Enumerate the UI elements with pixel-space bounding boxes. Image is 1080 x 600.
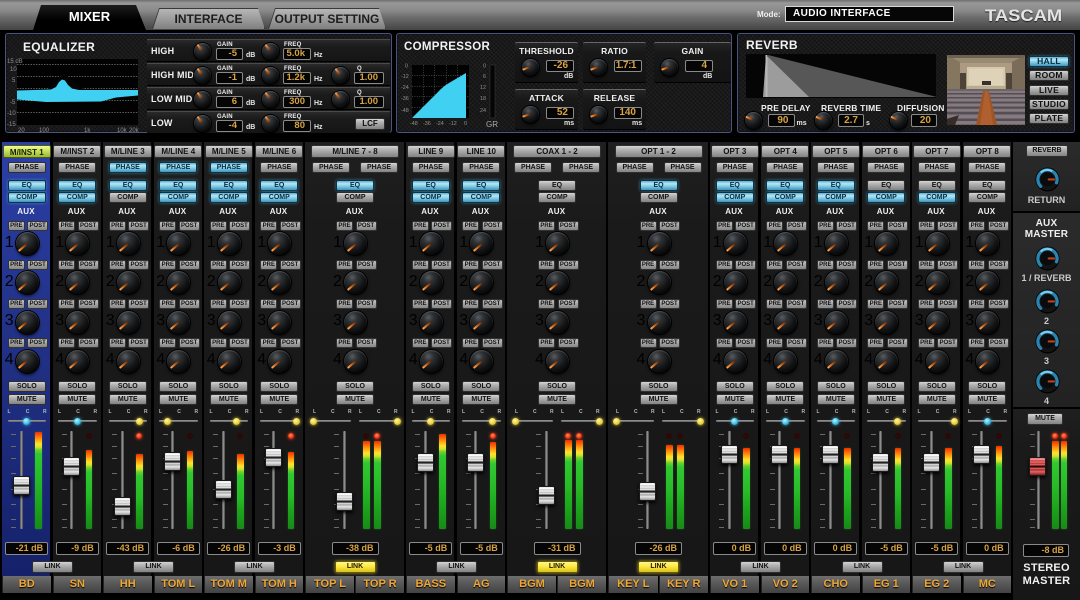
- svg-text:5: 5: [12, 78, 16, 84]
- svg-text:0: 0: [483, 64, 486, 70]
- svg-text:-10: -10: [7, 111, 16, 117]
- svg-text:100: 100: [39, 128, 50, 133]
- svg-text:GR: GR: [486, 120, 498, 129]
- svg-text:6: 6: [483, 74, 486, 80]
- svg-text:-5: -5: [10, 100, 16, 106]
- svg-text:20: 20: [18, 128, 25, 133]
- svg-text:10k: 10k: [117, 128, 128, 133]
- svg-text:-48: -48: [410, 121, 418, 127]
- svg-text:20k: 20k: [129, 128, 140, 133]
- svg-text:-12: -12: [401, 74, 409, 80]
- svg-text:0: 0: [464, 121, 467, 127]
- svg-text:-12: -12: [449, 121, 457, 127]
- svg-text:24: 24: [480, 108, 486, 114]
- svg-text:-36: -36: [401, 96, 409, 102]
- svg-text:10: 10: [10, 67, 17, 73]
- svg-text:-24: -24: [401, 85, 409, 91]
- svg-text:1k: 1k: [84, 128, 91, 133]
- svg-text:18: 18: [480, 96, 486, 102]
- svg-text:-36: -36: [423, 121, 431, 127]
- svg-text:12: 12: [480, 85, 486, 91]
- svg-text:-48: -48: [401, 108, 409, 114]
- svg-text:15 dB: 15 dB: [7, 59, 23, 65]
- svg-text:-15: -15: [7, 122, 16, 128]
- svg-text:0: 0: [405, 64, 408, 70]
- svg-text:-24: -24: [436, 121, 444, 127]
